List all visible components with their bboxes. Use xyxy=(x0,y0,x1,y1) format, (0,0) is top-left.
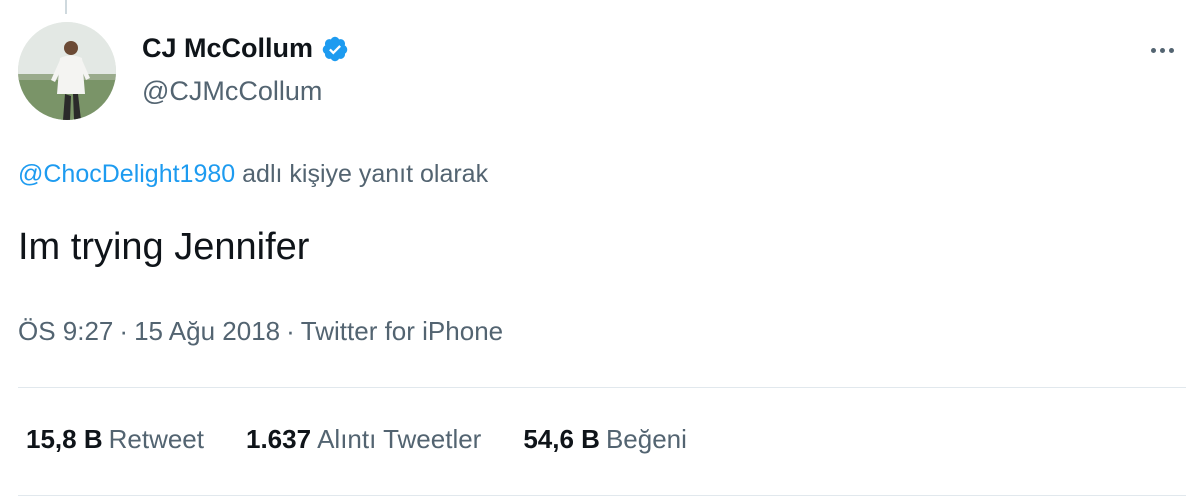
stat-label: Beğeni xyxy=(605,424,687,454)
meta-separator: · xyxy=(119,316,129,346)
reply-mention-link[interactable]: @ChocDelight1980 xyxy=(18,160,235,188)
quote-tweets-count-link[interactable]: 1.637 Alıntı Tweetler xyxy=(246,424,481,455)
more-options-button[interactable] xyxy=(1142,30,1182,70)
divider xyxy=(18,495,1186,496)
verified-badge-icon xyxy=(322,36,348,61)
tweet-stats: 15,8 B Retweet 1.637 Alıntı Tweetler 54,6 … xyxy=(26,424,729,455)
likes-count-link[interactable]: 54,6 B Beğeni xyxy=(523,424,687,455)
avatar[interactable] xyxy=(18,22,116,120)
retweet-count-link[interactable]: 15,8 B Retweet xyxy=(26,424,204,455)
tweet-date: 15 Ağu 2018 xyxy=(134,316,281,346)
divider xyxy=(18,387,1186,388)
stat-value: 54,6 B xyxy=(523,424,600,454)
tweet-meta: ÖS 9:27 · 15 Ağu 2018 · Twitter for iPhone xyxy=(18,316,503,347)
reply-context: @ChocDelight1980 adlı kişiye yanıt olara… xyxy=(18,160,488,189)
display-name-row[interactable]: CJ McCollum xyxy=(142,33,349,64)
stat-label: Alıntı Tweetler xyxy=(317,424,482,454)
tweet-time: ÖS 9:27 xyxy=(18,316,114,346)
display-name[interactable]: CJ McCollum xyxy=(142,33,313,64)
tweet-text: Im trying Jennifer xyxy=(18,226,310,268)
tweet-source-link[interactable]: Twitter for iPhone xyxy=(301,316,503,346)
tweet-timestamp-link[interactable]: ÖS 9:27 · 15 Ağu 2018 xyxy=(18,316,280,346)
user-handle[interactable]: @CJMcCollum xyxy=(142,76,322,107)
avatar-photo xyxy=(18,22,116,120)
thread-connector-line xyxy=(65,0,67,14)
stat-value: 15,8 B xyxy=(26,424,103,454)
more-horizontal-icon xyxy=(1150,47,1156,53)
meta-separator: · xyxy=(286,316,295,346)
reply-context-suffix: adlı kişiye yanıt olarak xyxy=(242,160,489,188)
stat-label: Retweet xyxy=(108,424,204,454)
stat-value: 1.637 xyxy=(246,424,312,454)
